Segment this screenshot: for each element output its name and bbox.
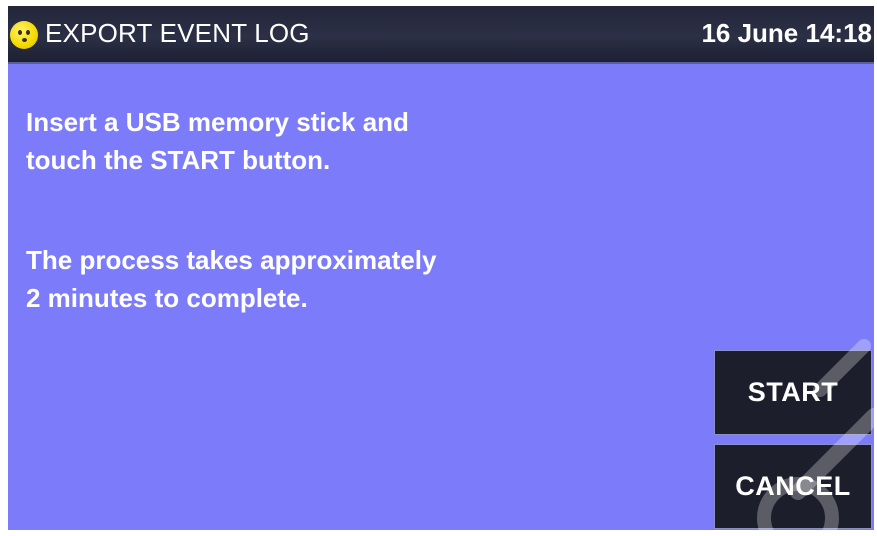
cancel-button[interactable]: CANCEL xyxy=(714,444,872,529)
device-screen: EXPORT EVENT LOG 16 June 14:18 Insert a … xyxy=(8,6,874,530)
smiley-right-eye xyxy=(26,30,30,35)
instruction-message: Insert a USB memory stick and touch the … xyxy=(26,103,409,179)
duration-line-2: 2 minutes to complete. xyxy=(26,283,308,313)
duration-message: The process takes approximately 2 minute… xyxy=(26,241,436,317)
duration-line-1: The process takes approximately xyxy=(26,245,437,275)
start-button[interactable]: START xyxy=(714,350,872,435)
smiley-mouth xyxy=(22,38,27,42)
smiley-left-eye xyxy=(18,30,22,35)
instruction-line-2: touch the START button. xyxy=(26,145,331,175)
smiley-face-icon xyxy=(10,21,38,49)
title-bar: EXPORT EVENT LOG 16 June 14:18 xyxy=(8,6,874,64)
instruction-line-1: Insert a USB memory stick and xyxy=(26,107,409,137)
page-title: EXPORT EVENT LOG xyxy=(45,18,310,48)
date-time-display: 16 June 14:18 xyxy=(701,18,872,48)
